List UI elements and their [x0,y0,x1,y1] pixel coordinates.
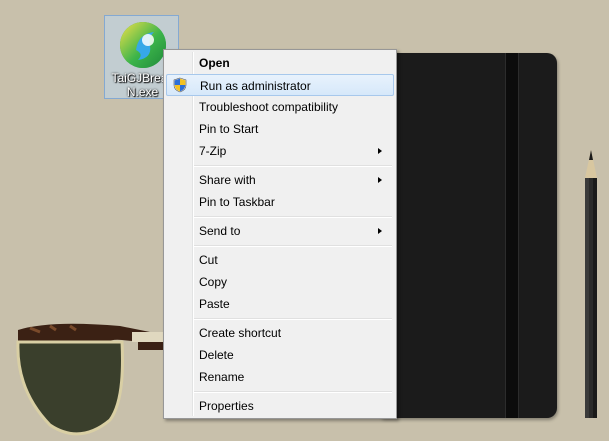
submenu-arrow-icon [378,148,382,154]
menu-separator [194,391,392,393]
menu-item-7-zip[interactable]: 7-Zip [166,140,394,162]
desktop-file-label-line2: N.exe [126,85,159,99]
menu-item-label: Properties [199,399,254,413]
menu-item-share-with[interactable]: Share with [166,169,394,191]
menu-item-label: Share with [199,173,256,187]
menu-item-label: Delete [199,348,234,362]
menu-item-create-shortcut[interactable]: Create shortcut [166,322,394,344]
menu-item-troubleshoot-compatibility[interactable]: Troubleshoot compatibility [166,96,394,118]
menu-item-properties[interactable]: Properties [166,395,394,417]
submenu-arrow-icon [378,177,382,183]
menu-separator [194,245,392,247]
menu-item-run-as-administrator[interactable]: Run as administrator [166,74,394,96]
pencil-wallpaper-image [585,150,597,418]
menu-item-rename[interactable]: Rename [166,366,394,388]
menu-item-delete[interactable]: Delete [166,344,394,366]
menu-item-label: Pin to Taskbar [199,195,275,209]
menu-item-label: 7-Zip [199,144,227,158]
menu-item-label: Run as administrator [200,79,311,93]
menu-item-label: Pin to Start [199,122,259,136]
sunglasses-wallpaper-image [16,323,170,436]
menu-item-label: Create shortcut [199,326,282,340]
menu-item-label: Troubleshoot compatibility [199,100,338,114]
menu-item-pin-to-start[interactable]: Pin to Start [166,118,394,140]
menu-item-label: Send to [199,224,241,238]
menu-item-label: Copy [199,275,228,289]
menu-item-label: Paste [199,297,230,311]
notebook-elastic-band [505,53,519,418]
menu-item-label: Open [199,56,230,70]
taig-app-icon [120,22,166,68]
menu-separator [194,165,392,167]
menu-separator [194,318,392,320]
submenu-arrow-icon [378,228,382,234]
menu-item-send-to[interactable]: Send to [166,220,394,242]
menu-separator [194,216,392,218]
notebook-wallpaper-image [380,53,557,418]
context-menu: Open Run as administrator Troubleshoot c… [163,49,397,419]
uac-shield-icon [173,77,187,93]
menu-item-cut[interactable]: Cut [166,249,394,271]
menu-item-open[interactable]: Open [166,52,394,74]
menu-item-label: Rename [199,370,245,384]
menu-item-label: Cut [199,253,218,267]
menu-item-pin-to-taskbar[interactable]: Pin to Taskbar [166,191,394,213]
menu-item-copy[interactable]: Copy [166,271,394,293]
menu-item-paste[interactable]: Paste [166,293,394,315]
